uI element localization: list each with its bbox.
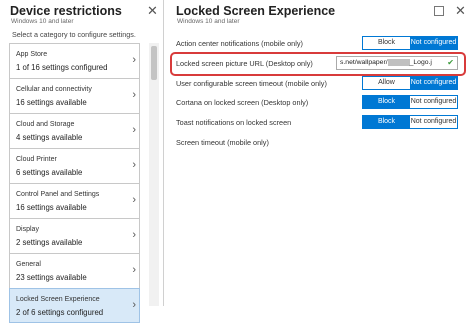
chevron-right-icon: › <box>132 194 136 206</box>
panel-subtitle: Windows 10 and later <box>11 18 74 25</box>
chevron-right-icon: › <box>132 124 136 136</box>
category-list: App Store 1 of 16 settings configured › … <box>9 43 140 323</box>
category-name: General <box>16 261 41 268</box>
setting-user-timeout: User configurable screen timeout (mobile… <box>164 75 474 93</box>
setting-cortana: Cortana on locked screen (Desktop only) … <box>164 94 474 112</box>
category-count: 2 of 6 settings configured <box>16 308 104 317</box>
setting-label: Screen timeout (mobile only) <box>176 138 269 147</box>
panel-title: Locked Screen Experience <box>176 4 336 18</box>
category-name: Control Panel and Settings <box>16 191 100 198</box>
scrollbar-thumb[interactable] <box>151 46 157 80</box>
category-count: 6 settings available <box>16 168 83 177</box>
chevron-right-icon: › <box>132 54 136 66</box>
toggle-option-not-configured[interactable]: Not configured <box>410 37 457 49</box>
toggle-action-center[interactable]: Block Not configured <box>362 36 458 50</box>
setting-screen-timeout: Screen timeout (mobile only) <box>164 134 474 152</box>
device-restrictions-panel: Device restrictions Windows 10 and later… <box>0 0 164 323</box>
toggle-option-block[interactable]: Block <box>363 37 410 49</box>
scrollbar-track[interactable] <box>149 43 159 306</box>
chevron-right-icon: › <box>132 264 136 276</box>
close-icon[interactable]: ✕ <box>147 4 158 17</box>
category-count: 2 settings available <box>16 238 83 247</box>
locked-screen-panel: Locked Screen Experience Windows 10 and … <box>164 0 474 306</box>
toggle-option-block[interactable]: Block <box>363 96 410 108</box>
setting-label: Toast notifications on locked screen <box>176 118 292 127</box>
toggle-option-not-configured[interactable]: Not configured <box>410 116 457 128</box>
category-display[interactable]: Display 2 settings available › <box>9 218 140 253</box>
close-icon[interactable]: ✕ <box>455 4 466 17</box>
category-cloud-printer[interactable]: Cloud Printer 6 settings available › <box>9 148 140 183</box>
chevron-right-icon: › <box>132 229 136 241</box>
category-name: Cloud and Storage <box>16 121 75 128</box>
chevron-right-icon: › <box>132 89 136 101</box>
category-name: Cellular and connectivity <box>16 86 92 93</box>
category-count: 1 of 16 settings configured <box>16 63 108 72</box>
toggle-user-timeout[interactable]: Allow Not configured <box>362 76 458 90</box>
instruction-text: Select a category to configure settings. <box>12 30 136 39</box>
toggle-option-not-configured[interactable]: Not configured <box>410 96 457 108</box>
setting-toast: Toast notifications on locked screen Blo… <box>164 114 474 132</box>
panel-title: Device restrictions <box>10 4 122 18</box>
chevron-right-icon: › <box>132 159 136 171</box>
setting-label: Action center notifications (mobile only… <box>176 39 303 48</box>
toggle-cortana[interactable]: Block Not configured <box>362 95 458 109</box>
category-count: 16 settings available <box>16 98 87 107</box>
category-cellular[interactable]: Cellular and connectivity 16 settings av… <box>9 78 140 113</box>
category-cloud-storage[interactable]: Cloud and Storage 4 settings available › <box>9 113 140 148</box>
category-count: 23 settings available <box>16 273 87 282</box>
toggle-option-not-configured[interactable]: Not configured <box>410 77 457 89</box>
panel-subtitle: Windows 10 and later <box>177 18 240 25</box>
category-control-panel[interactable]: Control Panel and Settings 16 settings a… <box>9 183 140 218</box>
toggle-option-allow[interactable]: Allow <box>363 77 410 89</box>
chevron-right-icon: › <box>132 299 136 311</box>
toggle-option-block[interactable]: Block <box>363 116 410 128</box>
setting-action-center: Action center notifications (mobile only… <box>164 35 474 53</box>
category-count: 16 settings available <box>16 203 87 212</box>
toggle-toast[interactable]: Block Not configured <box>362 115 458 129</box>
highlight-box <box>170 52 466 76</box>
category-name: Locked Screen Experience <box>16 296 100 303</box>
maximize-icon[interactable] <box>434 6 444 16</box>
category-name: Display <box>16 226 39 233</box>
category-name: Cloud Printer <box>16 156 57 163</box>
category-count: 4 settings available <box>16 133 83 142</box>
category-name: App Store <box>16 51 48 58</box>
setting-label: Cortana on locked screen (Desktop only) <box>176 98 309 107</box>
category-general[interactable]: General 23 settings available › <box>9 253 140 288</box>
setting-label: User configurable screen timeout (mobile… <box>176 79 327 88</box>
category-app-store[interactable]: App Store 1 of 16 settings configured › <box>9 43 140 78</box>
